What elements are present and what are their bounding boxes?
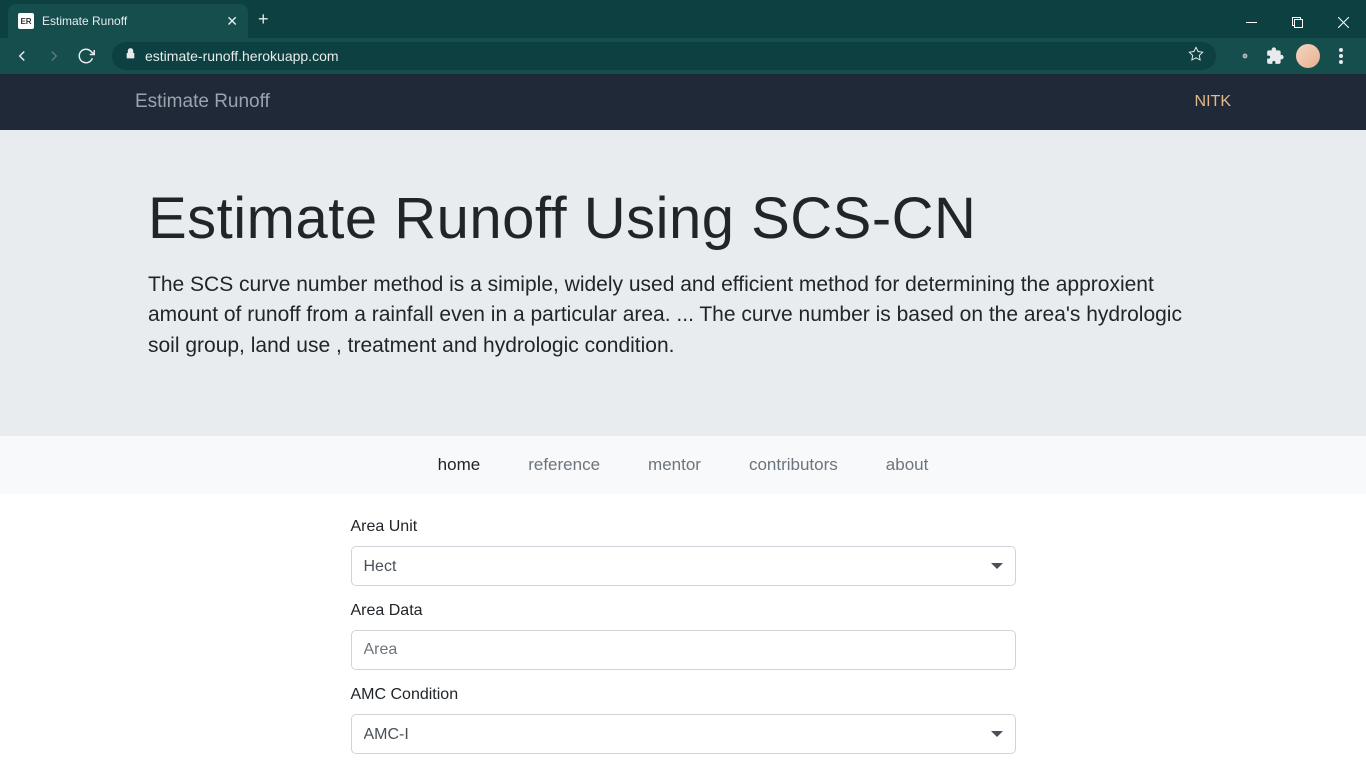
profile-avatar[interactable] xyxy=(1296,44,1320,68)
url-text: estimate-runoff.herokuapp.com xyxy=(145,48,1180,64)
forward-button[interactable] xyxy=(40,42,68,70)
browser-titlebar: ER Estimate Runoff ✕ + xyxy=(0,0,1366,38)
tab-title: Estimate Runoff xyxy=(42,14,218,28)
sub-nav: home reference mentor contributors about xyxy=(0,436,1366,494)
area-unit-label: Area Unit xyxy=(351,518,1016,536)
tab-about[interactable]: about xyxy=(886,455,929,475)
area-data-label: Area Data xyxy=(351,602,1016,620)
reload-button[interactable] xyxy=(72,42,100,70)
maximize-button[interactable] xyxy=(1274,6,1320,38)
form-section: Area Unit Hect Area Data AMC Condition A… xyxy=(0,494,1366,768)
new-tab-button[interactable]: + xyxy=(258,9,269,30)
tab-mentor[interactable]: mentor xyxy=(648,455,701,475)
close-tab-icon[interactable]: ✕ xyxy=(226,13,238,30)
amc-condition-label: AMC Condition xyxy=(351,686,1016,704)
area-data-input[interactable] xyxy=(351,630,1016,670)
site-navbar: Estimate Runoff NITK xyxy=(0,74,1366,130)
page-viewport[interactable]: Estimate Runoff NITK Estimate Runoff Usi… xyxy=(0,74,1366,768)
browser-tab[interactable]: ER Estimate Runoff ✕ xyxy=(8,4,248,38)
favicon: ER xyxy=(18,13,34,29)
hero-description: The SCS curve number method is a simiple… xyxy=(148,270,1218,361)
minimize-button[interactable] xyxy=(1228,6,1274,38)
menu-dots-icon[interactable] xyxy=(1332,47,1350,65)
extensions-puzzle-icon[interactable] xyxy=(1266,47,1284,65)
tab-reference[interactable]: reference xyxy=(528,455,600,475)
close-window-button[interactable] xyxy=(1320,6,1366,38)
nav-brand[interactable]: Estimate Runoff xyxy=(135,91,270,113)
nav-link-nitk[interactable]: NITK xyxy=(1195,93,1231,111)
hero-section: Estimate Runoff Using SCS-CN The SCS cur… xyxy=(0,130,1366,436)
amc-condition-select[interactable]: AMC-I xyxy=(351,714,1016,754)
page-title: Estimate Runoff Using SCS-CN xyxy=(148,185,1218,252)
area-unit-select[interactable]: Hect xyxy=(351,546,1016,586)
lock-icon xyxy=(124,47,137,65)
tab-contributors[interactable]: contributors xyxy=(749,455,838,475)
browser-toolbar: estimate-runoff.herokuapp.com xyxy=(0,38,1366,74)
bookmark-star-icon[interactable] xyxy=(1188,46,1204,67)
back-button[interactable] xyxy=(8,42,36,70)
address-bar[interactable]: estimate-runoff.herokuapp.com xyxy=(112,42,1216,70)
extension-icon[interactable] xyxy=(1236,47,1254,65)
tab-home[interactable]: home xyxy=(438,455,481,475)
